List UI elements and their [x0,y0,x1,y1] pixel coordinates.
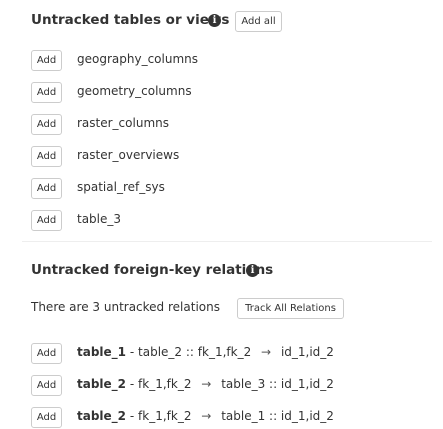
track-all-relations-button[interactable]: Track All Relations [237,298,344,319]
relations-summary: There are 3 untracked relations [31,300,220,314]
relation-row: table_2 - fk_1,fk_2 → table_3 :: id_1,id… [77,377,334,391]
section-divider [22,241,432,242]
info-icon[interactable]: i [208,14,221,27]
add-table-button[interactable]: Add [31,114,62,135]
relation-to: id_1,id_2 [280,345,334,359]
relation-to: table_1 :: id_1,id_2 [221,409,334,423]
table-name: geometry_columns [77,84,192,98]
relation-from: table_2 :: fk_1,fk_2 [138,345,252,359]
relation-from: fk_1,fk_2 [138,409,192,423]
relation-separator: - [129,377,135,391]
relation-table: table_2 [77,377,127,391]
untracked-relations-title: Untracked foreign-key relations [31,262,274,278]
add-relation-button[interactable]: Add [31,407,62,428]
info-icon[interactable]: i [246,264,259,277]
relation-table: table_1 [77,345,127,359]
relation-from: fk_1,fk_2 [138,377,192,391]
relation-table: table_2 [77,409,127,423]
table-name: raster_columns [77,116,169,130]
add-table-button[interactable]: Add [31,50,62,71]
table-name: raster_overviews [77,148,180,162]
right-arrow-icon: → [201,409,212,423]
add-all-button[interactable]: Add all [235,11,282,32]
relation-row: table_2 - fk_1,fk_2 → table_1 :: id_1,id… [77,409,334,423]
table-name: table_3 [77,212,122,226]
untracked-tables-title: Untracked tables or views [31,12,230,28]
add-table-button[interactable]: Add [31,146,62,167]
add-table-button[interactable]: Add [31,82,62,103]
right-arrow-icon: → [201,377,212,391]
right-arrow-icon: → [261,345,272,359]
relation-to: table_3 :: id_1,id_2 [221,377,334,391]
table-name: spatial_ref_sys [77,180,165,194]
add-table-button[interactable]: Add [31,178,62,199]
relation-separator: - [129,345,135,359]
relation-row: table_1 - table_2 :: fk_1,fk_2 → id_1,id… [77,345,334,359]
add-relation-button[interactable]: Add [31,375,62,396]
relation-separator: - [129,409,135,423]
add-table-button[interactable]: Add [31,210,62,231]
table-name: geography_columns [77,52,198,66]
add-relation-button[interactable]: Add [31,343,62,364]
